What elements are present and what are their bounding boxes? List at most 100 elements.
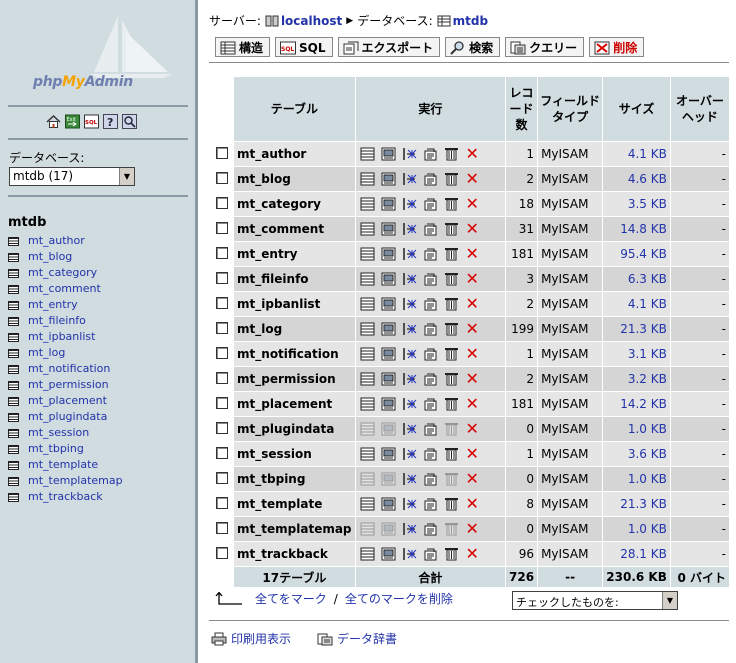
row-checkbox[interactable] [216, 371, 229, 384]
table-browse-icon[interactable] [8, 460, 19, 470]
sidebar-table-link[interactable]: mt_template [28, 457, 98, 473]
empty-icon[interactable] [444, 522, 459, 536]
row-checkbox[interactable] [216, 171, 229, 184]
sidebar-table-link[interactable]: mt_blog [28, 249, 72, 265]
server-link[interactable]: localhost [281, 14, 342, 28]
sidebar-table-item[interactable]: mt_log [8, 345, 123, 361]
select-icon[interactable] [381, 447, 396, 461]
sidebar-table-item[interactable]: mt_entry [8, 297, 123, 313]
table-size-link[interactable]: 4.6 KB [603, 167, 670, 191]
print-view-link[interactable]: 印刷用表示 [211, 630, 291, 647]
select-icon[interactable] [381, 347, 396, 361]
drop-table-icon[interactable]: ✕ [465, 371, 480, 387]
row-checkbox[interactable] [216, 196, 229, 209]
browse-icon[interactable] [360, 447, 375, 461]
current-database-name[interactable]: mtdb [8, 215, 46, 230]
table-browse-icon[interactable] [8, 380, 19, 390]
check-all-link[interactable]: 全てをマーク [255, 590, 327, 607]
table-browse-icon[interactable] [8, 348, 19, 358]
drop-table-icon[interactable]: ✕ [465, 346, 480, 362]
table-name[interactable]: mt_tbping [234, 467, 355, 491]
drop-table-icon[interactable]: ✕ [465, 246, 480, 262]
table-browse-icon[interactable] [8, 316, 19, 326]
row-checkbox[interactable] [216, 346, 229, 359]
table-size-link[interactable]: 1.0 KB [603, 417, 670, 441]
drop-table-icon[interactable]: ✕ [465, 171, 480, 187]
table-name[interactable]: mt_entry [234, 242, 355, 266]
drop-table-icon[interactable]: ✕ [465, 421, 480, 437]
row-checkbox[interactable] [216, 471, 229, 484]
browse-icon[interactable] [360, 297, 375, 311]
home-icon[interactable] [46, 114, 61, 129]
table-name[interactable]: mt_session [234, 442, 355, 466]
browse-icon[interactable] [360, 372, 375, 386]
insert-icon[interactable] [402, 472, 417, 486]
sidebar-table-item[interactable]: mt_placement [8, 393, 123, 409]
phpmyadmin-logo[interactable]: phpMyAdmin [0, 0, 198, 104]
sidebar-table-item[interactable]: mt_blog [8, 249, 123, 265]
empty-icon[interactable] [444, 197, 459, 211]
properties-icon[interactable] [423, 247, 438, 261]
table-size-link[interactable]: 14.2 KB [603, 392, 670, 416]
insert-icon[interactable] [402, 247, 417, 261]
sidebar-table-link[interactable]: mt_entry [28, 297, 78, 313]
empty-icon[interactable] [444, 372, 459, 386]
properties-icon[interactable] [423, 347, 438, 361]
table-size-link[interactable]: 3.1 KB [603, 342, 670, 366]
insert-icon[interactable] [402, 172, 417, 186]
empty-icon[interactable] [444, 447, 459, 461]
select-icon[interactable] [381, 422, 396, 436]
data-dictionary-link[interactable]: データ辞書 [317, 630, 397, 647]
browse-icon[interactable] [360, 272, 375, 286]
empty-icon[interactable] [444, 547, 459, 561]
drop-table-icon[interactable]: ✕ [465, 396, 480, 412]
docs-icon[interactable] [122, 114, 137, 129]
help-icon[interactable]: ? [103, 114, 118, 129]
drop-table-icon[interactable]: ✕ [465, 321, 480, 337]
insert-icon[interactable] [402, 372, 417, 386]
table-browse-icon[interactable] [8, 396, 19, 406]
browse-icon[interactable] [360, 547, 375, 561]
table-size-link[interactable]: 4.1 KB [603, 142, 670, 166]
table-size-link[interactable]: 3.5 KB [603, 192, 670, 216]
select-icon[interactable] [381, 272, 396, 286]
insert-icon[interactable] [402, 447, 417, 461]
insert-icon[interactable] [402, 547, 417, 561]
select-icon[interactable] [381, 172, 396, 186]
sidebar-table-item[interactable]: mt_template [8, 457, 123, 473]
drop-table-icon[interactable]: ✕ [465, 196, 480, 212]
browse-icon[interactable] [360, 197, 375, 211]
sidebar-table-link[interactable]: mt_comment [28, 281, 101, 297]
database-select[interactable]: mtdb (17) ▼ [9, 167, 135, 186]
browse-icon[interactable] [360, 172, 375, 186]
properties-icon[interactable] [423, 172, 438, 186]
insert-icon[interactable] [402, 397, 417, 411]
drop-table-icon[interactable]: ✕ [465, 521, 480, 537]
select-icon[interactable] [381, 147, 396, 161]
empty-icon[interactable] [444, 297, 459, 311]
exit-icon[interactable]: Exit [65, 114, 80, 129]
sidebar-table-link[interactable]: mt_log [28, 345, 65, 361]
properties-icon[interactable] [423, 472, 438, 486]
properties-icon[interactable] [423, 372, 438, 386]
table-size-link[interactable]: 4.1 KB [603, 292, 670, 316]
empty-icon[interactable] [444, 222, 459, 236]
table-name[interactable]: mt_placement [234, 392, 355, 416]
sidebar-table-item[interactable]: mt_fileinfo [8, 313, 123, 329]
sidebar-table-link[interactable]: mt_category [28, 265, 97, 281]
row-checkbox[interactable] [216, 521, 229, 534]
chevron-down-icon[interactable]: ▼ [119, 168, 134, 185]
sidebar-table-item[interactable]: mt_trackback [8, 489, 123, 505]
table-name[interactable]: mt_permission [234, 367, 355, 391]
empty-icon[interactable] [444, 422, 459, 436]
sidebar-table-item[interactable]: mt_notification [8, 361, 123, 377]
sidebar-table-item[interactable]: mt_category [8, 265, 123, 281]
sidebar-table-link[interactable]: mt_templatemap [28, 473, 123, 489]
drop-table-icon[interactable]: ✕ [465, 296, 480, 312]
properties-icon[interactable] [423, 272, 438, 286]
properties-icon[interactable] [423, 297, 438, 311]
select-icon[interactable] [381, 247, 396, 261]
table-name[interactable]: mt_ipbanlist [234, 292, 355, 316]
drop-table-icon[interactable]: ✕ [465, 496, 480, 512]
sidebar-table-link[interactable]: mt_tbping [28, 441, 84, 457]
